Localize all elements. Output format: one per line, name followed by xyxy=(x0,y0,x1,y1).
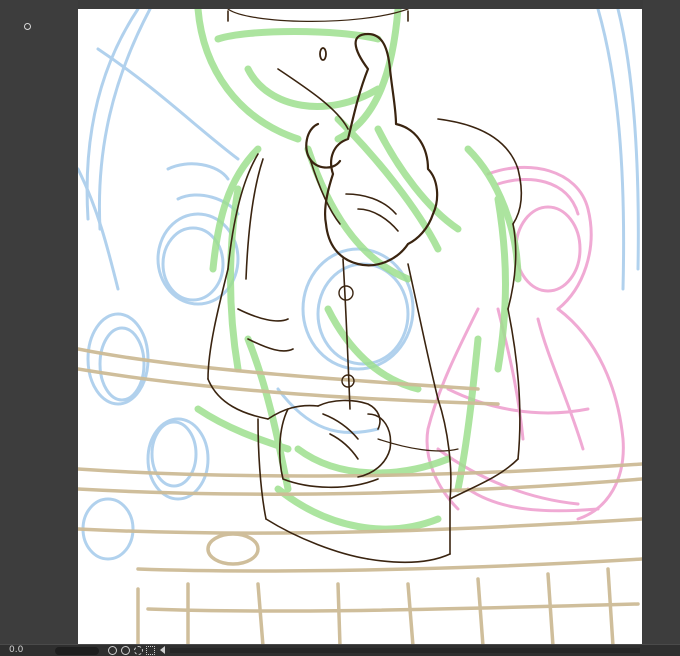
left-tool-panel xyxy=(0,0,78,644)
sketch-artwork xyxy=(78,9,642,646)
tan-sketch-layer xyxy=(78,347,642,646)
status-bar: 0.0 xyxy=(0,644,680,656)
canvas-top-edge xyxy=(78,0,643,9)
drawing-app-window: 0.0 xyxy=(0,0,680,656)
right-panel xyxy=(643,0,680,644)
grid-icon[interactable] xyxy=(146,646,155,655)
brush-cursor-icon xyxy=(24,23,31,30)
zoom-actual-icon[interactable] xyxy=(121,646,130,655)
lineart-layer xyxy=(207,9,523,564)
zoom-fit-icon[interactable] xyxy=(108,646,117,655)
chevron-left-icon[interactable] xyxy=(160,646,165,654)
drawing-canvas[interactable] xyxy=(78,9,642,646)
horizontal-scrollbar[interactable] xyxy=(170,648,640,653)
rotate-view-icon[interactable] xyxy=(134,646,143,655)
zoom-slider[interactable] xyxy=(55,647,99,655)
zoom-value: 0.0 xyxy=(9,645,24,655)
